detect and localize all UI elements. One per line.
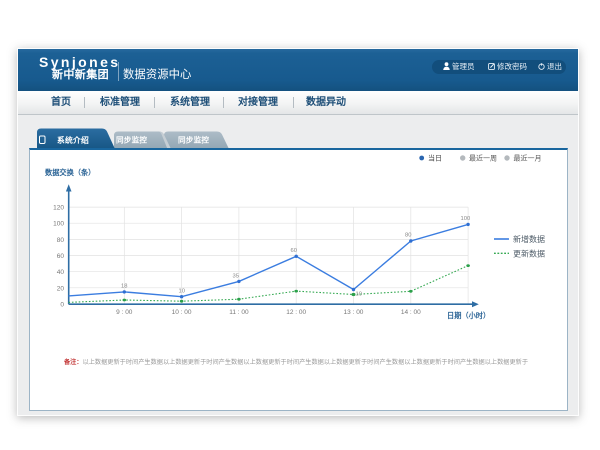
svg-text:10: 10	[356, 292, 362, 298]
svg-text:9 : 00: 9 : 00	[116, 309, 133, 316]
svg-text:80: 80	[57, 237, 65, 244]
svg-text:60: 60	[57, 253, 65, 260]
svg-text:10 : 00: 10 : 00	[172, 309, 192, 316]
svg-text:13 : 00: 13 : 00	[344, 309, 364, 316]
svg-text:当日: 当日	[428, 154, 442, 163]
svg-text:100: 100	[53, 221, 64, 228]
svg-text:同步监控: 同步监控	[178, 135, 209, 145]
svg-text:80: 80	[405, 233, 411, 239]
svg-text:新增数据: 新增数据	[513, 234, 545, 244]
svg-text:10: 10	[179, 289, 185, 295]
svg-text:20: 20	[57, 285, 65, 292]
svg-text:100: 100	[461, 216, 471, 222]
svg-text:18: 18	[121, 284, 127, 290]
svg-text:系统介绍: 系统介绍	[57, 135, 89, 145]
svg-text:最近一月: 最近一月	[514, 154, 542, 163]
svg-text:同步监控: 同步监控	[116, 135, 147, 145]
svg-text:11 : 00: 11 : 00	[229, 309, 249, 316]
svg-text:更新数据: 更新数据	[513, 248, 545, 258]
svg-text:60: 60	[291, 248, 297, 254]
svg-text:40: 40	[57, 269, 65, 276]
svg-text:日期（小时）: 日期（小时）	[447, 311, 490, 320]
svg-text:35: 35	[233, 274, 239, 280]
svg-text:14 : 00: 14 : 00	[401, 309, 421, 316]
svg-text:最近一周: 最近一周	[469, 154, 497, 163]
svg-text:120: 120	[53, 205, 64, 212]
svg-text:12 : 00: 12 : 00	[286, 309, 306, 316]
svg-text:0: 0	[60, 302, 64, 309]
svg-text:数据交换（条）: 数据交换（条）	[45, 168, 95, 177]
